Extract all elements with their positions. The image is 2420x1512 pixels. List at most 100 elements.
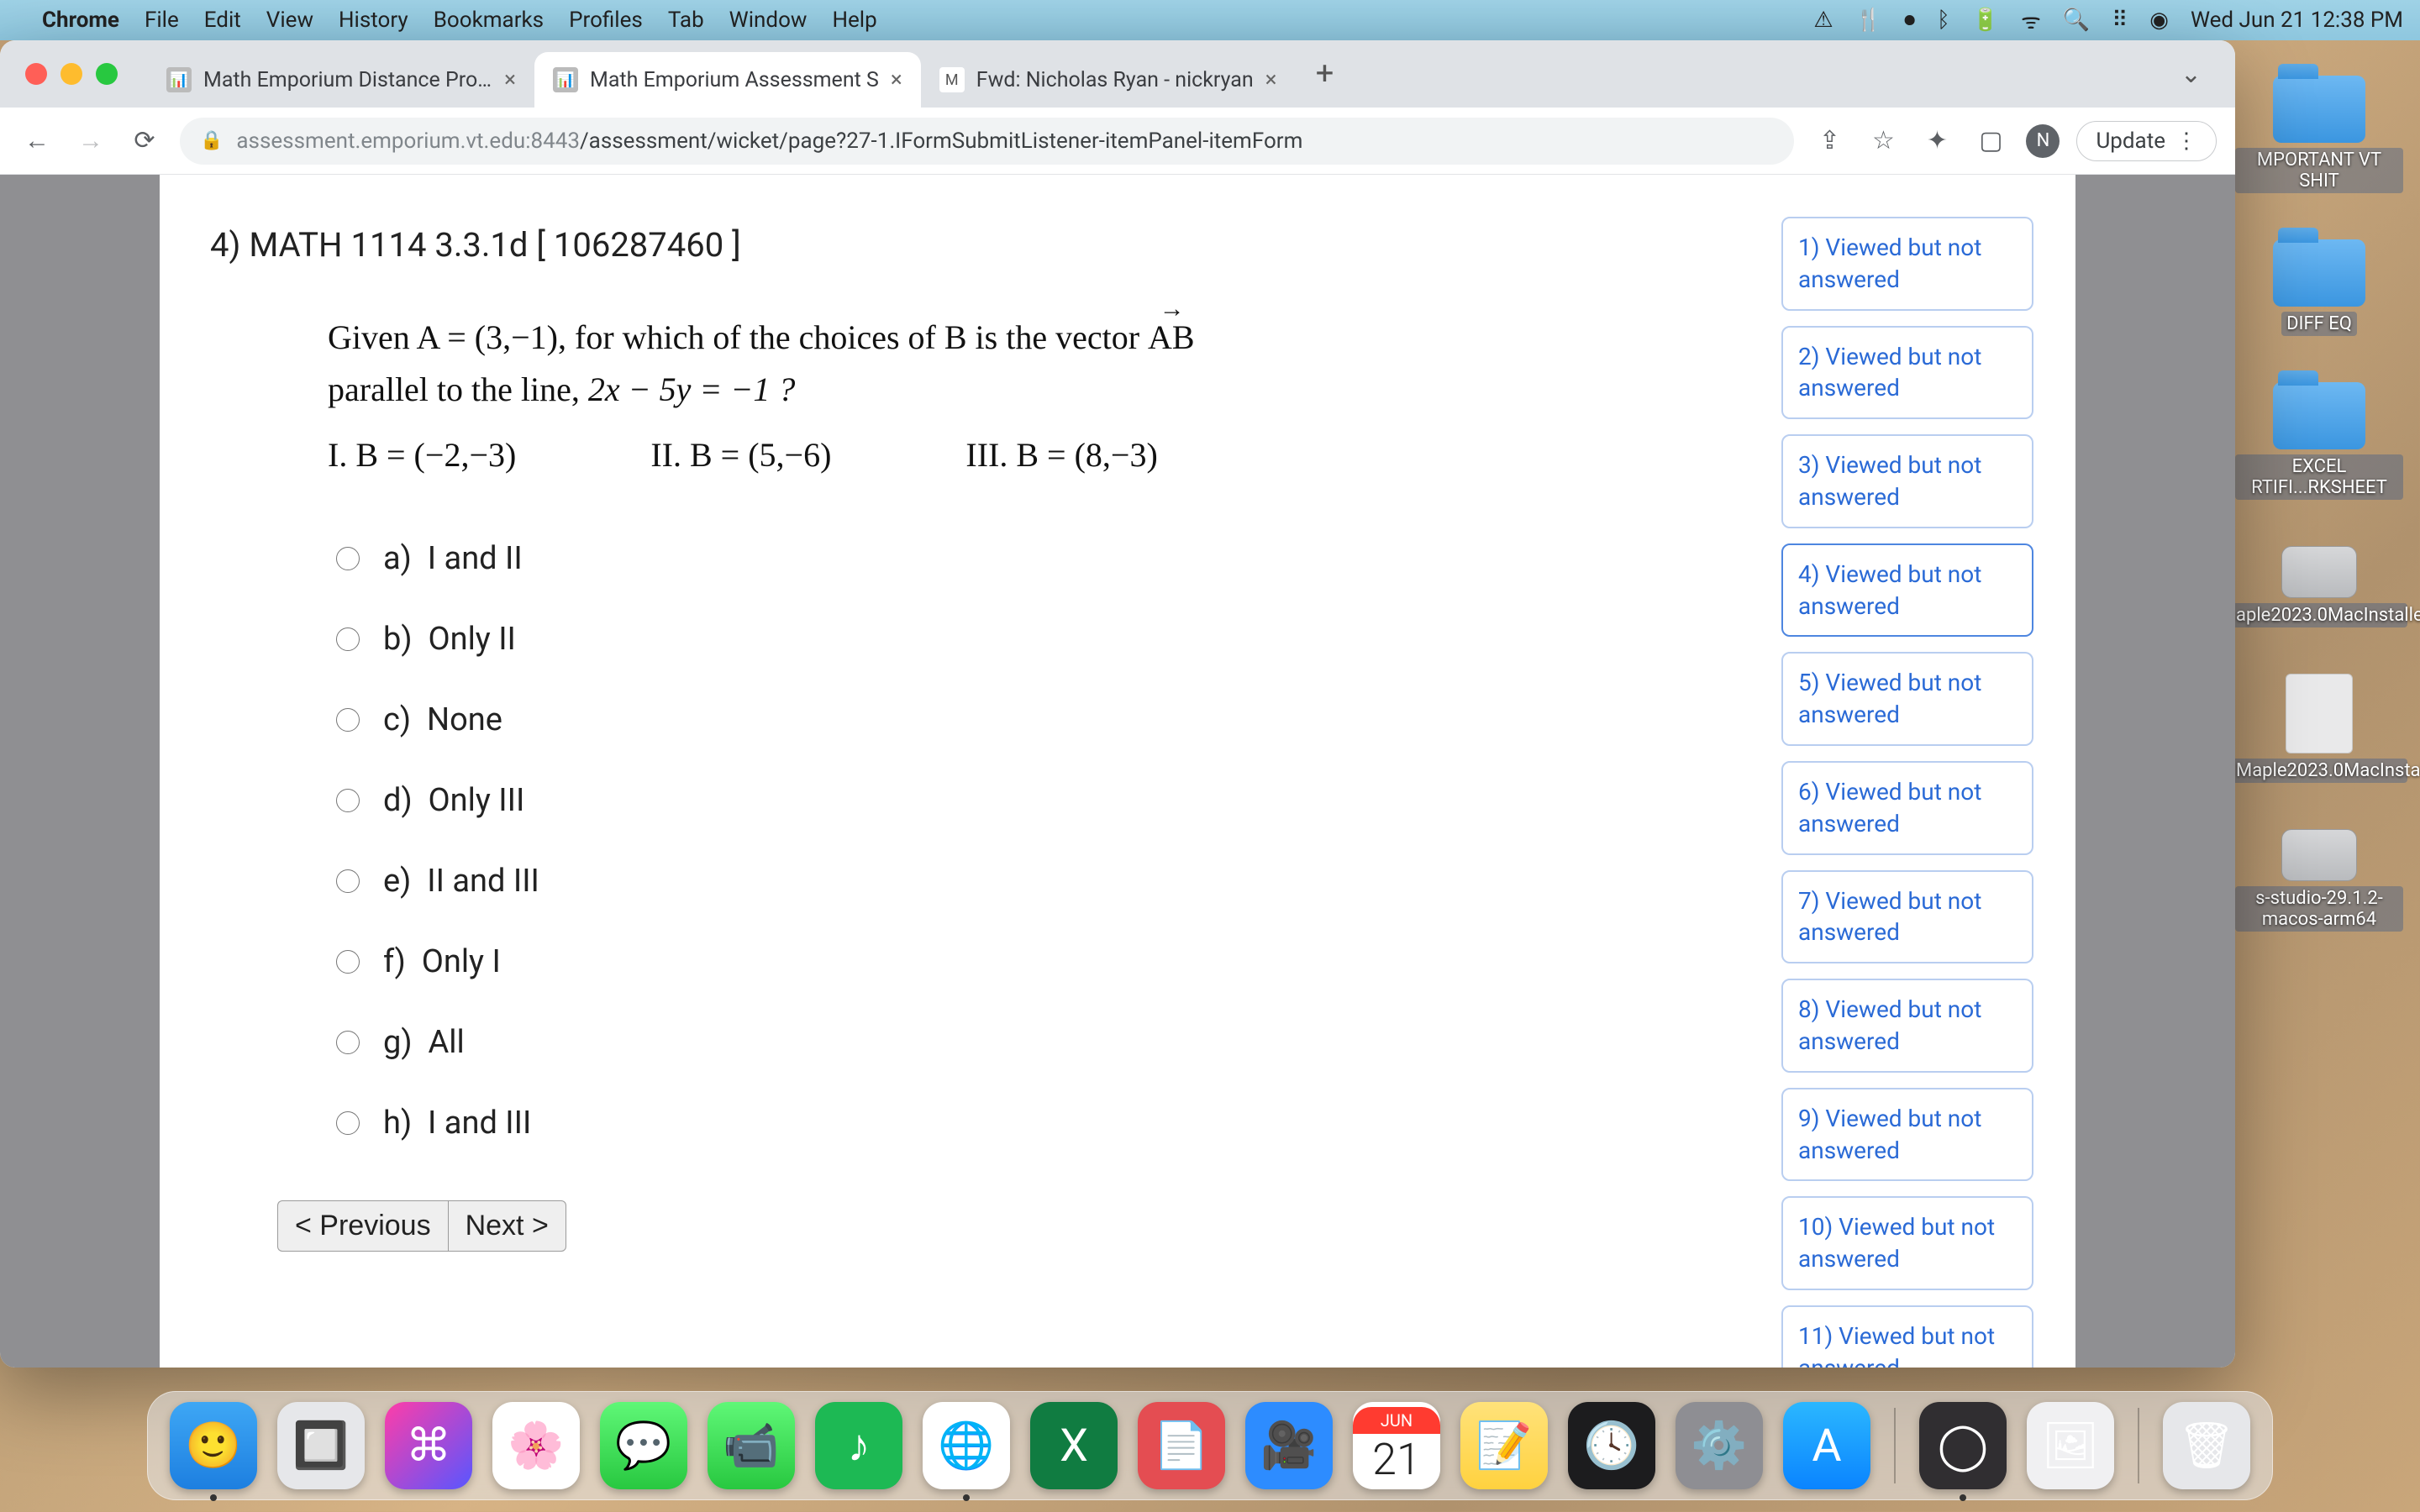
- desktop-folder[interactable]: MPORTANT VT SHIT: [2235, 76, 2403, 193]
- desktop-folder[interactable]: EXCEL RTIFI...RKSHEET: [2235, 382, 2403, 500]
- next-button[interactable]: Next >: [448, 1200, 566, 1252]
- dock-preview[interactable]: 🖼: [2027, 1402, 2114, 1489]
- dock-clock[interactable]: 🕓: [1568, 1402, 1655, 1489]
- profile-avatar[interactable]: N: [2026, 124, 2060, 158]
- menu-help[interactable]: Help: [832, 8, 876, 33]
- menubar-app-name[interactable]: Chrome: [42, 8, 119, 33]
- dock-trash[interactable]: 🗑: [2163, 1402, 2250, 1489]
- tab-3[interactable]: M Fwd: Nicholas Ryan - nickryan ×: [921, 52, 1296, 108]
- extensions-button[interactable]: ✦: [1918, 123, 1955, 160]
- sidebar-q4[interactable]: 4) Viewed but not answered: [1781, 543, 2033, 638]
- menu-tab[interactable]: Tab: [668, 8, 704, 33]
- tab-1[interactable]: 📊 Math Emporium Distance Proct ×: [148, 52, 534, 108]
- tab-2[interactable]: 📊 Math Emporium Assessment S ×: [534, 52, 921, 108]
- dock-settings[interactable]: ⚙️: [1676, 1402, 1763, 1489]
- dock-facetime[interactable]: 📹: [708, 1402, 795, 1489]
- radio-a[interactable]: [336, 547, 360, 570]
- choice-c[interactable]: c) None: [336, 701, 1748, 738]
- menu-bookmarks[interactable]: Bookmarks: [434, 8, 544, 33]
- question-list-sidebar: 1) Viewed but not answered 2) Viewed but…: [1781, 208, 2033, 1334]
- sidebar-q9[interactable]: 9) Viewed but not answered: [1781, 1088, 2033, 1182]
- update-button[interactable]: Update ⋮: [2076, 121, 2217, 161]
- dock-launchpad[interactable]: 🔲: [277, 1402, 365, 1489]
- sidebar-q3[interactable]: 3) Viewed but not answered: [1781, 434, 2033, 528]
- menu-history[interactable]: History: [339, 8, 408, 33]
- dock-messages[interactable]: 💬: [600, 1402, 687, 1489]
- tab-close-icon[interactable]: ×: [1265, 67, 1277, 92]
- menu-edit[interactable]: Edit: [204, 8, 241, 33]
- radio-d[interactable]: [336, 789, 360, 812]
- bookmark-button[interactable]: ☆: [1865, 123, 1902, 160]
- choice-text: Only II: [428, 621, 515, 658]
- tab-close-icon[interactable]: ×: [504, 67, 516, 92]
- desktop-folder[interactable]: DIFF EQ: [2235, 239, 2403, 336]
- minimize-window-button[interactable]: [60, 63, 82, 85]
- bluetooth-icon[interactable]: ᛒ: [1937, 8, 1950, 33]
- desktop-drive[interactable]: aple2023.0MacInstaller: [2235, 546, 2403, 627]
- siri-icon[interactable]: ◉: [2149, 8, 2169, 33]
- dock-appstore[interactable]: A: [1783, 1402, 1870, 1489]
- back-button[interactable]: ←: [18, 123, 55, 160]
- choice-g[interactable]: g) All: [336, 1024, 1748, 1061]
- address-bar[interactable]: 🔒 assessment.emporium.vt.edu:8443/assess…: [180, 118, 1794, 165]
- radio-h[interactable]: [336, 1111, 360, 1135]
- dock-spotify[interactable]: ♪: [815, 1402, 902, 1489]
- sidebar-q2[interactable]: 2) Viewed but not answered: [1781, 326, 2033, 420]
- dock-obs[interactable]: ◯: [1919, 1402, 2007, 1489]
- forward-button[interactable]: →: [72, 123, 109, 160]
- tabs-dropdown-icon[interactable]: ⌄: [2181, 60, 2202, 89]
- menu-view[interactable]: View: [266, 8, 313, 33]
- control-center-icon[interactable]: ⠿: [2112, 8, 2128, 33]
- battery-icon[interactable]: 🔋: [1972, 8, 1999, 33]
- choice-a[interactable]: a) I and II: [336, 540, 1748, 577]
- desktop-file[interactable]: Maple2023.0MacInstaller.dmg: [2235, 674, 2403, 783]
- choice-e[interactable]: e) II and III: [336, 863, 1748, 900]
- dock-excel[interactable]: X: [1030, 1402, 1118, 1489]
- radio-c[interactable]: [336, 708, 360, 732]
- choice-h[interactable]: h) I and III: [336, 1105, 1748, 1142]
- side-panel-button[interactable]: ▢: [1972, 123, 2009, 160]
- close-window-button[interactable]: [25, 63, 47, 85]
- dock-photos[interactable]: 🌸: [492, 1402, 580, 1489]
- dock-finder[interactable]: 🙂: [170, 1402, 257, 1489]
- choice-f[interactable]: f) Only I: [336, 943, 1748, 980]
- sidebar-q6[interactable]: 6) Viewed but not answered: [1781, 761, 2033, 855]
- radio-g[interactable]: [336, 1031, 360, 1054]
- dock-chrome[interactable]: 🌐: [923, 1402, 1010, 1489]
- sidebar-q8[interactable]: 8) Viewed but not answered: [1781, 979, 2033, 1073]
- radio-b[interactable]: [336, 627, 360, 651]
- dock-calendar[interactable]: JUN 21: [1353, 1402, 1440, 1489]
- menubar-clock[interactable]: Wed Jun 21 12:38 PM: [2191, 8, 2403, 33]
- dock-zoom[interactable]: 🎥: [1245, 1402, 1333, 1489]
- dock-notes[interactable]: 📝: [1460, 1402, 1548, 1489]
- sidebar-q1[interactable]: 1) Viewed but not answered: [1781, 217, 2033, 311]
- dock: 🙂 🔲 ⌘ 🌸 💬 📹 ♪ 🌐 X 📄 🎥 JUN 21 📝 🕓 ⚙️ A ◯ …: [147, 1391, 2273, 1500]
- dock-todoist[interactable]: 📄: [1138, 1402, 1225, 1489]
- sidebar-q11[interactable]: 11) Viewed but not answered: [1781, 1305, 2033, 1368]
- spotlight-icon[interactable]: 🔍: [2063, 8, 2090, 33]
- sidebar-q5[interactable]: 5) Viewed but not answered: [1781, 652, 2033, 746]
- menu-profiles[interactable]: Profiles: [569, 8, 643, 33]
- menu-file[interactable]: File: [145, 8, 179, 33]
- sidebar-q10[interactable]: 10) Viewed but not answered: [1781, 1196, 2033, 1290]
- choice-key: e: [383, 863, 400, 900]
- status-triangle-icon[interactable]: ⚠︎: [1813, 8, 1833, 33]
- tab-strip: 📊 Math Emporium Distance Proct × 📊 Math …: [0, 40, 2235, 108]
- status-utensils-icon[interactable]: 🍴: [1855, 8, 1882, 33]
- choice-b[interactable]: b) Only II: [336, 621, 1748, 658]
- fullscreen-window-button[interactable]: [96, 63, 118, 85]
- reload-button[interactable]: ⟳: [126, 123, 163, 160]
- previous-button[interactable]: < Previous: [277, 1200, 448, 1252]
- choice-d[interactable]: d) Only III: [336, 782, 1748, 819]
- dock-shortcuts[interactable]: ⌘: [385, 1402, 472, 1489]
- desktop-drive[interactable]: s-studio-29.1.2-macos-arm64: [2235, 829, 2403, 932]
- radio-f[interactable]: [336, 950, 360, 974]
- sidebar-q7[interactable]: 7) Viewed but not answered: [1781, 870, 2033, 964]
- tab-close-icon[interactable]: ×: [891, 67, 902, 92]
- share-button[interactable]: ⇪: [1811, 123, 1848, 160]
- status-record-icon[interactable]: ⏺: [1904, 8, 1915, 34]
- menu-window[interactable]: Window: [729, 8, 808, 33]
- new-tab-button[interactable]: +: [1304, 53, 1346, 95]
- wifi-icon[interactable]: ᯤ: [2021, 5, 2041, 35]
- radio-e[interactable]: [336, 869, 360, 893]
